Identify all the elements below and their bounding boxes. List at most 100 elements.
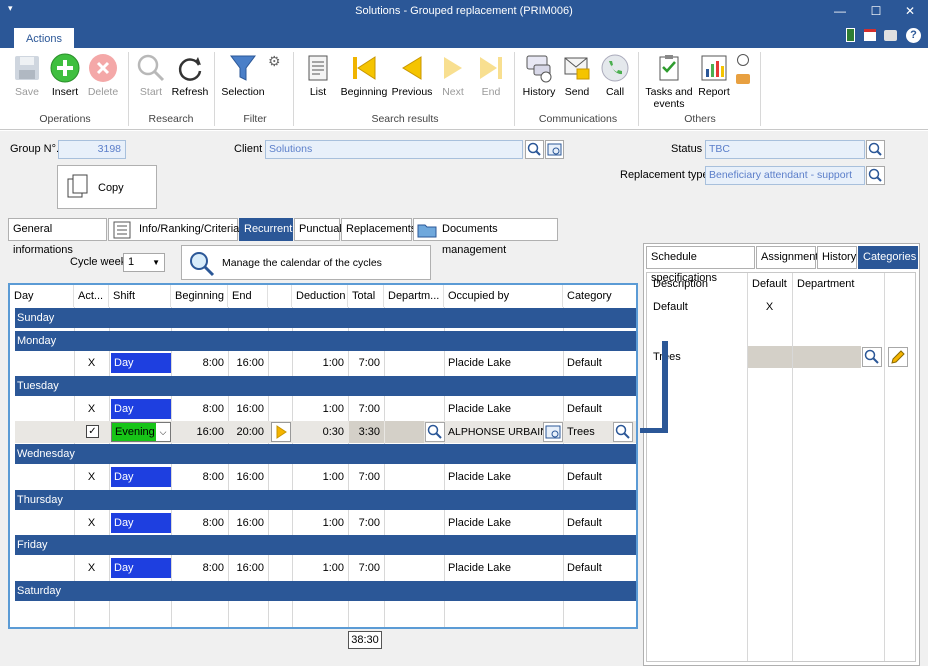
help-icon[interactable]: ? <box>906 28 921 43</box>
copy-label: Copy <box>98 182 124 194</box>
replacement-search-button[interactable] <box>866 166 885 185</box>
lock-icon[interactable] <box>884 30 897 41</box>
edit-button[interactable] <box>888 347 908 367</box>
tab-actions[interactable]: Actions <box>14 26 74 48</box>
replacement-type-label: Replacement type <box>620 169 709 181</box>
col-action[interactable] <box>268 285 292 307</box>
category-search-button[interactable] <box>613 422 633 442</box>
day-row-tuesday[interactable]: Tuesday <box>15 376 636 396</box>
delete-button[interactable]: Delete <box>83 52 123 102</box>
col-description[interactable]: Description <box>653 278 708 290</box>
list-item-selected[interactable]: Trees <box>647 346 915 370</box>
active-checkbox[interactable]: ✓ <box>86 425 99 438</box>
beginning-value: 8:00 <box>202 517 224 529</box>
col-active[interactable]: Act... <box>74 285 109 307</box>
refresh-button[interactable]: Refresh <box>170 52 210 102</box>
copy-button[interactable]: Copy <box>57 165 157 209</box>
tab-schedule-specifications[interactable]: Schedule specifications <box>646 246 755 284</box>
total-value: 3:30 <box>358 426 380 438</box>
report-button[interactable]: Report <box>694 52 734 102</box>
col-occupied-by[interactable]: Occupied by <box>444 285 563 307</box>
selection-button[interactable]: Selection <box>221 52 265 102</box>
tab-replacements[interactable]: Replacements <box>341 218 416 241</box>
deduction-value: 1:00 <box>322 357 344 369</box>
cycle-week-select[interactable]: 1 ▼ <box>123 253 165 272</box>
col-department[interactable]: Departm... <box>384 285 444 307</box>
department-search-button[interactable] <box>425 422 445 442</box>
tab-history[interactable]: History <box>817 246 857 269</box>
gear-icon[interactable]: ⚙ <box>268 53 281 70</box>
group-operations: Operations <box>39 113 91 125</box>
end-button[interactable]: End <box>471 52 511 102</box>
tasks-events-button[interactable]: Tasks and events <box>645 52 693 110</box>
category-value: Default <box>567 517 602 529</box>
day-row-monday[interactable]: Monday <box>15 331 636 351</box>
group-number-field[interactable]: 3198 <box>58 140 126 159</box>
category-value: Default <box>567 562 602 574</box>
day-row-sunday[interactable]: Sunday <box>15 308 636 328</box>
cycle-week-value: 1 <box>128 256 135 268</box>
col-shift[interactable]: Shift <box>109 285 171 307</box>
briefcase-icon[interactable] <box>736 74 750 84</box>
active-mark: X <box>87 471 96 483</box>
maximize-button[interactable]: ☐ <box>866 2 886 20</box>
department-search-button[interactable] <box>862 347 882 367</box>
tab-punctual[interactable]: Punctual <box>294 218 342 241</box>
occupied-by-value: Placide Lake <box>448 562 511 574</box>
calendar-icon[interactable] <box>864 29 876 41</box>
group-filter: Filter <box>243 113 267 125</box>
tab-general-informations[interactable]: General informations <box>8 218 107 256</box>
deduction-value: 1:00 <box>322 471 344 483</box>
col-category[interactable]: Category <box>563 285 636 307</box>
tab-assignment[interactable]: Assignment <box>756 246 818 269</box>
play-button[interactable] <box>271 422 291 442</box>
col-department[interactable]: Department <box>797 278 854 290</box>
client-field[interactable]: Solutions <box>265 140 523 159</box>
day-row-friday[interactable]: Friday <box>15 535 636 555</box>
ribbon-tab-bar: Actions ? <box>0 24 928 48</box>
tab-categories[interactable]: Categories <box>858 246 918 269</box>
minimize-button[interactable]: — <box>830 2 850 20</box>
occupied-by-value: Placide Lake <box>448 471 511 483</box>
col-day[interactable]: Day <box>10 285 74 307</box>
end-value: 16:00 <box>236 357 264 369</box>
list-button[interactable]: List <box>298 52 338 102</box>
occupied-open-button[interactable] <box>543 422 563 442</box>
replacement-type-field[interactable]: Beneficiary attendant - support <box>705 166 865 185</box>
beginning-button[interactable]: Beginning <box>341 52 387 102</box>
col-end[interactable]: End <box>228 285 268 307</box>
col-default[interactable]: Default <box>752 278 787 290</box>
close-button[interactable]: ✕ <box>900 2 920 20</box>
client-open-button[interactable] <box>545 140 564 159</box>
table-row-editing[interactable]: ✓ Evening ⌵ 16:00 20:00 0:30 3:30 ALPHON… <box>15 421 636 443</box>
status-field[interactable]: TBC <box>705 140 865 159</box>
calculator-icon[interactable] <box>846 28 855 42</box>
day-row-thursday[interactable]: Thursday <box>15 490 636 510</box>
day-row-saturday[interactable]: Saturday <box>15 581 636 601</box>
shift-select[interactable]: Evening ⌵ <box>111 422 171 442</box>
default-cell[interactable] <box>748 346 792 368</box>
col-beginning[interactable]: Beginning <box>171 285 228 307</box>
refresh-icon <box>174 52 206 84</box>
col-deduction[interactable]: Deduction <box>292 285 348 307</box>
group-research: Research <box>148 113 194 125</box>
clock-icon[interactable] <box>737 54 749 66</box>
recurrent-grid: Day Act... Shift Beginning End Deduction… <box>8 283 638 629</box>
manage-calendar-button[interactable]: Manage the calendar of the cycles <box>181 245 431 280</box>
department-cell[interactable] <box>385 421 424 443</box>
group-others: Others <box>684 113 716 125</box>
call-button[interactable]: Call <box>595 52 635 102</box>
delete-icon <box>87 52 119 84</box>
status-search-button[interactable] <box>866 140 885 159</box>
tab-recurrent[interactable]: Recurrent <box>239 218 293 241</box>
active-mark: X <box>87 403 96 415</box>
day-row-wednesday[interactable]: Wednesday <box>15 444 636 464</box>
client-search-button[interactable] <box>525 140 544 159</box>
department-cell[interactable] <box>793 346 861 368</box>
window-title: Solutions - Grouped replacement (PRIM006… <box>355 5 573 17</box>
tab-documents-management[interactable]: Documents management <box>413 218 558 256</box>
active-mark: X <box>87 357 96 369</box>
tab-info-ranking[interactable]: Info/Ranking/Criteria <box>108 218 239 241</box>
occupied-by-value: ALPHONSE URBAIN <box>448 426 548 438</box>
col-total[interactable]: Total <box>348 285 384 307</box>
